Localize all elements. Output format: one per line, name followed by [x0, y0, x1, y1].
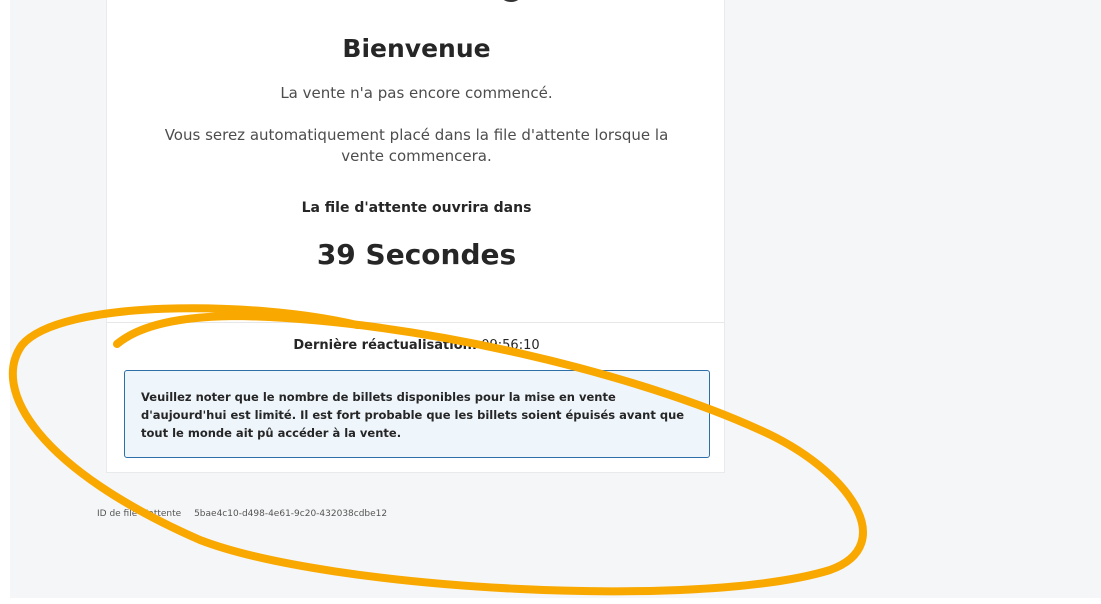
auto-queue-info: Vous serez automatiquement placé dans la… — [164, 126, 669, 165]
divider — [107, 322, 724, 323]
countdown-timer: 39 Secondes — [316, 238, 517, 271]
sale-status-text: La vente n'a pas encore commencé. — [280, 84, 553, 102]
page-title: Bienvenue — [342, 34, 491, 63]
queue-id-label: ID de file d'attente — [97, 509, 182, 519]
queue-id: ID de file d'attente 5bae4c10-d498-4e61-… — [97, 509, 387, 519]
logo-icon — [499, 0, 523, 2]
last-refresh: Dernière réactualisation: 09:56:10 — [107, 338, 726, 353]
limited-tickets-notice: Veuillez noter que le nombre de billets … — [124, 370, 710, 458]
queue-id-value: 5bae4c10-d498-4e61-9c20-432038cdbe12 — [194, 509, 388, 519]
queue-open-label: La file d'attente ouvrira dans — [301, 200, 532, 216]
queue-card: Bienvenue La vente n'a pas encore commen… — [106, 0, 725, 473]
last-refresh-label: Dernière réactualisation: — [293, 338, 478, 353]
last-refresh-time: 09:56:10 — [481, 338, 540, 353]
